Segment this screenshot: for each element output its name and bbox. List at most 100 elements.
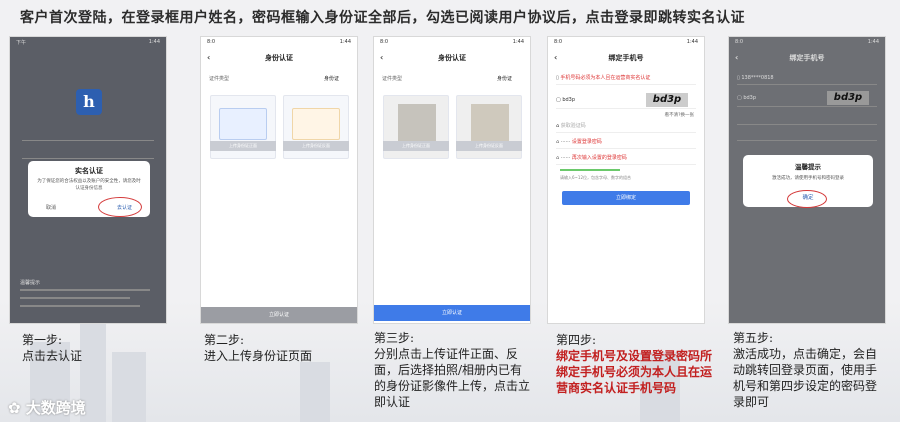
building-shape — [300, 362, 330, 422]
doc-type-label: 证件类型 — [209, 76, 230, 82]
step4-body: 绑定手机号及设置登录密码所绑定手机号必须为本人且在运营商实名认证手机号码 — [556, 349, 713, 395]
id-photo-thumbnail — [398, 104, 436, 144]
modal-cancel-button[interactable]: 取消 — [46, 204, 56, 211]
phone-number-field[interactable]: ▯ 138****0818 — [737, 71, 877, 85]
brand-text: 大数跨境 — [25, 399, 86, 417]
step1-body: 点击去认证 — [22, 349, 83, 363]
step4-caption: 第四步: 绑定手机号及设置登录密码所绑定手机号必须为本人且在运营商实名认证手机号… — [556, 332, 712, 396]
status-bar: 8:0 1:44 — [729, 37, 885, 49]
lock-icon: ⌂ ······ — [556, 139, 572, 145]
captcha-image[interactable]: bd3p — [646, 93, 688, 107]
captcha-field[interactable]: ▢ bd3p bd3p — [737, 89, 877, 107]
status-time: 8:0 — [380, 39, 389, 45]
step1-heading: 第一步: — [22, 333, 63, 347]
notice-line — [20, 305, 140, 307]
status-bar: 8:0 1:44 — [374, 37, 530, 49]
modal-title: 实名认证 — [75, 167, 103, 175]
id-card-back-icon — [292, 108, 340, 140]
id-photo-thumbnail — [471, 104, 509, 144]
step5-heading: 第五步: — [733, 331, 774, 345]
modal-text: 为了保证您的合法权益以及账户的安全性，请您及时认证身份信息 — [37, 179, 141, 191]
step5-caption: 第五步: 激活成功，点击确定，会自动跳转回登录页面，使用手机号和第四步设定的密码… — [733, 330, 885, 410]
status-time: 8:0 — [207, 39, 216, 45]
back-icon[interactable]: ‹ — [380, 49, 383, 67]
username-field[interactable] — [22, 129, 154, 141]
step3-heading: 第三步: — [374, 331, 415, 345]
confirm-password-field[interactable]: ⌂ ······ 再次输入设置的登录密码 — [556, 151, 696, 165]
doc-type-value: 身份证 — [323, 76, 339, 82]
phone-hint: 手机号码必须为本人且在运营商实名认证 — [560, 75, 651, 81]
status-battery: 1:44 — [512, 39, 524, 45]
phone-screen-step2: 8:0 1:44 ‹ 身份认证 证件类型 身份证 上传身份证正面 上传身份证反面… — [200, 36, 358, 324]
status-bar: 8:0 1:44 — [201, 37, 357, 49]
captcha-image[interactable]: bd3p — [827, 91, 869, 105]
password-rule: 请输入6~12位，包含字母、数字的组合 — [560, 175, 631, 180]
upload-back-button[interactable]: 上传身份证反面 — [283, 141, 349, 151]
brand-watermark: ✿ 大数跨境 — [8, 397, 86, 418]
bind-button[interactable]: 立即绑定 — [562, 191, 690, 205]
status-bar: 8:0 1:44 — [548, 37, 704, 49]
nav-title: 绑定手机号 — [789, 54, 825, 62]
upload-front-button[interactable]: 上传身份证正面 — [210, 141, 276, 151]
status-battery: 1:44 — [686, 39, 698, 45]
upload-front-button[interactable]: 上传身份证正面 — [383, 141, 449, 151]
sms-code-field[interactable]: ⌂ 获取验证码 — [556, 119, 696, 133]
sms-code-field[interactable] — [737, 111, 877, 125]
notice-line — [20, 297, 130, 299]
doc-type-row[interactable]: 证件类型 身份证 — [382, 73, 522, 85]
highlight-circle — [98, 197, 142, 217]
status-time: 8:0 — [554, 39, 563, 45]
phone-screen-step1: 下午 1:44 h 实名认证 为了保证您的合法权益以及账户的安全性，请您及时认证… — [9, 36, 167, 324]
page-title: 客户首次登陆，在登录框用户姓名，密码框输入身份证全部后，勾选已阅读用户协议后，点… — [20, 10, 745, 26]
submit-button[interactable]: 立即认证 — [201, 307, 357, 323]
captcha-refresh-link[interactable]: 看不清?换一张 — [665, 112, 694, 118]
captcha-input: bd3p — [562, 97, 576, 103]
back-icon[interactable]: ‹ — [554, 49, 557, 67]
step4-heading: 第四步: — [556, 333, 597, 347]
password-field[interactable] — [737, 127, 877, 141]
strength-bar — [560, 169, 620, 171]
notice-line — [20, 289, 150, 291]
brand-logo-icon: ✿ — [8, 399, 26, 417]
step2-heading: 第二步: — [204, 333, 245, 347]
confirm-password-placeholder: 再次输入设置的登录密码 — [571, 155, 627, 161]
lock-icon: ⌂ ······ — [556, 155, 572, 161]
status-battery: 1:44 — [339, 39, 351, 45]
app-logo: h — [76, 89, 102, 115]
phone-number-field[interactable]: ▯ 手机号码必须为本人且在运营商实名认证 — [556, 71, 696, 85]
id-card-front-icon — [219, 108, 267, 140]
nav-bar: ‹ 绑定手机号 — [729, 49, 885, 67]
nav-title: 绑定手机号 — [608, 54, 644, 62]
highlight-circle — [787, 190, 827, 208]
step5-body: 激活成功，点击确定，会自动跳转回登录页面，使用手机号和第四步设定的密码登录即可 — [733, 347, 878, 409]
submit-button[interactable]: 立即认证 — [374, 305, 530, 321]
captcha-input: bd3p — [743, 95, 757, 101]
upload-back-button[interactable]: 上传身份证反面 — [456, 141, 522, 151]
step2-body: 进入上传身份证页面 — [204, 349, 313, 363]
notice-title: 温馨提示 — [20, 280, 41, 286]
step1-caption: 第一步: 点击去认证 — [22, 332, 172, 364]
step2-caption: 第二步: 进入上传身份证页面 — [204, 332, 364, 364]
phone-screen-step4: 8:0 1:44 ‹ 绑定手机号 ▯ 手机号码必须为本人且在运营商实名认证 ▢ … — [547, 36, 705, 324]
doc-type-row[interactable]: 证件类型 身份证 — [209, 73, 349, 85]
phone-screen-step5: 8:0 1:44 ‹ 绑定手机号 ▯ 138****0818 ▢ bd3p bd… — [728, 36, 886, 324]
status-time: 8:0 — [735, 39, 744, 45]
sms-label: 获取验证码 — [560, 123, 586, 129]
password-field[interactable] — [22, 147, 154, 159]
phone-value: 138****0818 — [741, 75, 774, 81]
status-time: 下午 — [16, 40, 27, 46]
nav-title: 身份认证 — [265, 54, 293, 62]
nav-title: 身份认证 — [438, 54, 466, 62]
password-placeholder: 设置登录密码 — [571, 139, 602, 145]
nav-bar: ‹ 身份认证 — [201, 49, 357, 67]
doc-type-label: 证件类型 — [382, 76, 403, 82]
back-icon[interactable]: ‹ — [207, 49, 210, 67]
status-bar: 下午 1:44 — [10, 37, 166, 49]
back-icon[interactable]: ‹ — [735, 49, 738, 67]
modal-title: 温馨提示 — [795, 163, 821, 171]
captcha-field[interactable]: ▢ bd3p bd3p — [556, 91, 696, 109]
password-field[interactable]: ⌂ ······ 设置登录密码 — [556, 135, 696, 149]
doc-type-value: 身份证 — [496, 76, 512, 82]
step3-body: 分别点击上传证件正面、反面，后选择拍照/相册内已有的身份证影像件上传，点击立即认… — [374, 347, 531, 409]
nav-bar: ‹ 绑定手机号 — [548, 49, 704, 67]
